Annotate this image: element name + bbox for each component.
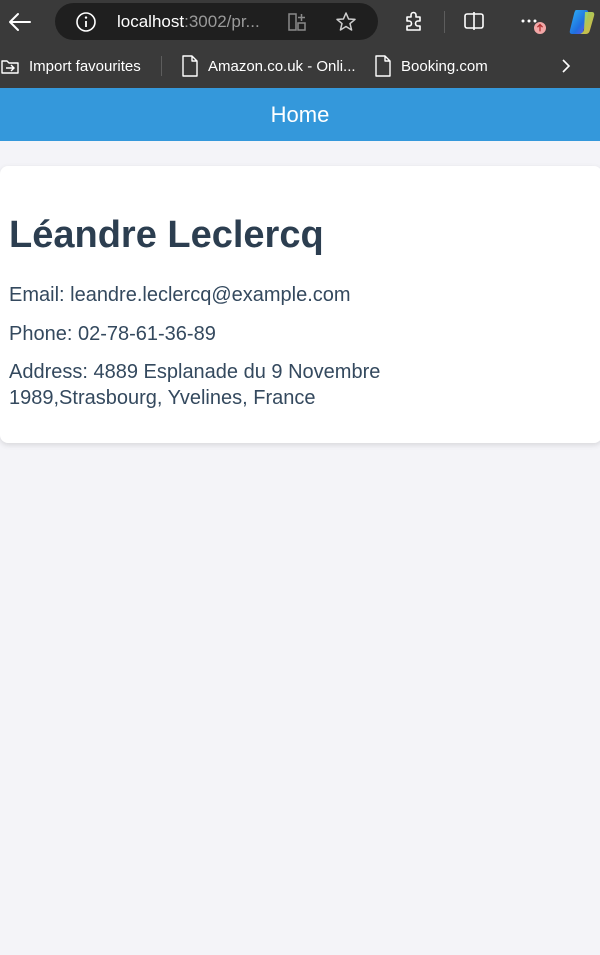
profile-phone: Phone: 02-78-61-36-89	[9, 323, 216, 345]
url-path: :3002/pr...	[184, 12, 260, 31]
star-icon[interactable]	[335, 11, 357, 33]
import-icon	[1, 60, 19, 74]
bookmark-divider	[161, 56, 162, 76]
copilot-icon[interactable]	[566, 6, 598, 38]
extensions-icon[interactable]	[403, 10, 425, 32]
bookmark-label: Import favourites	[29, 57, 141, 75]
chevron-right-icon[interactable]	[558, 56, 574, 76]
profile-name: Léandre Leclercq	[9, 214, 324, 256]
toolbar-divider	[444, 11, 445, 33]
address-bar[interactable]: localhost:3002/pr...	[55, 3, 378, 40]
update-badge-icon	[533, 21, 547, 35]
profile-card: Léandre Leclercq Email: leandre.leclercq…	[0, 166, 600, 443]
profile-address-line-2: 1989,Strasbourg, Yvelines, France	[9, 387, 316, 409]
bookmark-amazon[interactable]: Amazon.co.uk - Onli...	[181, 44, 356, 88]
browser-toolbar: localhost:3002/pr...	[0, 0, 600, 44]
bookmark-label: Amazon.co.uk - Onli...	[208, 57, 356, 75]
url-text[interactable]: localhost:3002/pr...	[117, 12, 260, 32]
profile-email: Email: leandre.leclercq@example.com	[9, 284, 351, 306]
url-host: localhost	[117, 12, 185, 31]
profile-address-line-1: Address: 4889 Esplanade du 9 Novembre	[9, 361, 381, 383]
bookmarks-bar: Import favourites Amazon.co.uk - Onli...…	[0, 44, 600, 88]
bookmark-booking[interactable]: Booking.com	[374, 44, 488, 88]
nav-home-link[interactable]: Home	[0, 102, 600, 128]
back-arrow-icon[interactable]	[6, 8, 34, 36]
app-header: Home	[0, 88, 600, 141]
page-icon	[375, 55, 391, 77]
page-icon	[182, 55, 198, 77]
split-screen-icon[interactable]	[463, 10, 485, 32]
bookmark-import-favourites[interactable]: Import favourites	[0, 44, 141, 88]
info-icon[interactable]	[75, 11, 97, 33]
bookmark-label: Booking.com	[401, 57, 488, 75]
tab-grid-icon[interactable]	[287, 12, 307, 32]
